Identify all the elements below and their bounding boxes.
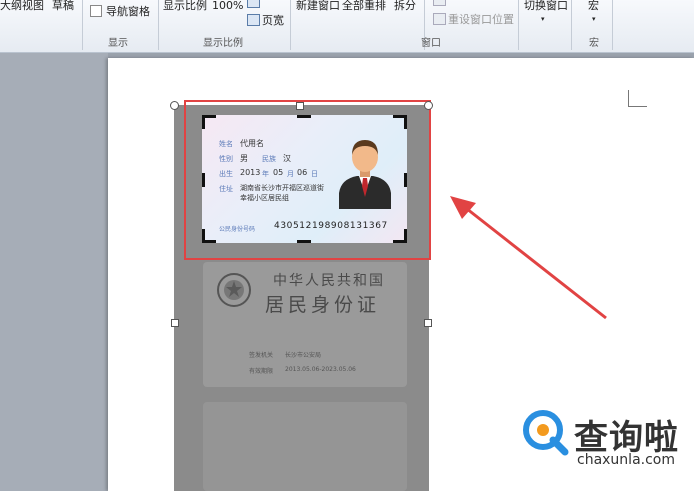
brand-url: chaxunla.com (577, 452, 675, 468)
draft-view-button[interactable]: 草稿 (52, 0, 74, 12)
id-back-authority-label: 签发机关 (249, 352, 274, 359)
outline-view-button[interactable]: 大纲视图 (0, 0, 44, 12)
id-card-back-duplicate (203, 402, 407, 491)
resize-handle-top-right[interactable] (424, 101, 433, 110)
chevron-down-icon[interactable]: ▾ (592, 13, 596, 26)
reset-window-position-button[interactable]: 重设窗口位置 (448, 13, 514, 26)
id-card-back: 中华人民共和国 居民身份证 签发机关 长沙市公安局 有效期限 2013.05.0… (203, 262, 407, 387)
group-label-window: 窗口 (421, 38, 441, 49)
resize-handle-left[interactable] (171, 319, 179, 327)
zoom-button[interactable]: 显示比例 (163, 0, 207, 12)
id-back-authority-value: 长沙市公安局 (285, 352, 322, 359)
id-back-valid-label: 有效期限 (249, 368, 274, 375)
ribbon-separator (290, 0, 291, 50)
ribbon-separator (612, 0, 613, 50)
id-back-valid-value: 2013.05.06-2023.05.06 (285, 366, 356, 373)
group-label-macros: 宏 (589, 38, 599, 49)
id-back-title: 居民身份证 (265, 294, 381, 316)
annotation-highlight-box (184, 100, 431, 260)
page-width-icon[interactable] (247, 14, 260, 26)
nav-pane-label: 导航窗格 (106, 5, 150, 18)
group-label-show: 显示 (108, 38, 128, 49)
national-emblem-icon (217, 273, 251, 307)
arrange-all-button[interactable]: 全部重排 (342, 0, 386, 12)
resize-handle-right[interactable] (424, 319, 432, 327)
page-width-button[interactable]: 页宽 (262, 14, 284, 27)
resize-handle-top-left[interactable] (170, 101, 179, 110)
switch-windows-button[interactable]: 切换窗口 (524, 0, 568, 12)
resize-handle-top[interactable] (296, 102, 304, 110)
group-label-zoom: 显示比例 (203, 38, 243, 49)
zoom-100-button[interactable]: 100% (212, 0, 243, 12)
brand-logo-icon (523, 410, 569, 456)
sync-scroll-icon[interactable] (433, 0, 446, 6)
two-pages-icon[interactable] (247, 0, 260, 8)
macros-button[interactable]: 宏 (588, 0, 599, 12)
nav-pane-checkbox[interactable] (90, 5, 102, 17)
ribbon-separator (518, 0, 519, 50)
reset-window-icon[interactable] (433, 13, 446, 25)
ribbon-separator (571, 0, 572, 50)
ribbon-separator (82, 0, 83, 50)
chevron-down-icon[interactable]: ▾ (541, 13, 545, 26)
annotation-arrow-icon (450, 196, 607, 320)
split-button[interactable]: 拆分 (394, 0, 416, 12)
id-back-country: 中华人民共和国 (273, 273, 385, 289)
ribbon-separator (158, 0, 159, 50)
ribbon: 大纲视图 草稿 导航窗格 显示 显示比例 100% 页宽 显示比例 新建窗口 全… (0, 0, 694, 53)
new-window-button[interactable]: 新建窗口 (296, 0, 340, 12)
document-left-margin (0, 53, 108, 491)
page-margin-corner (628, 90, 647, 107)
